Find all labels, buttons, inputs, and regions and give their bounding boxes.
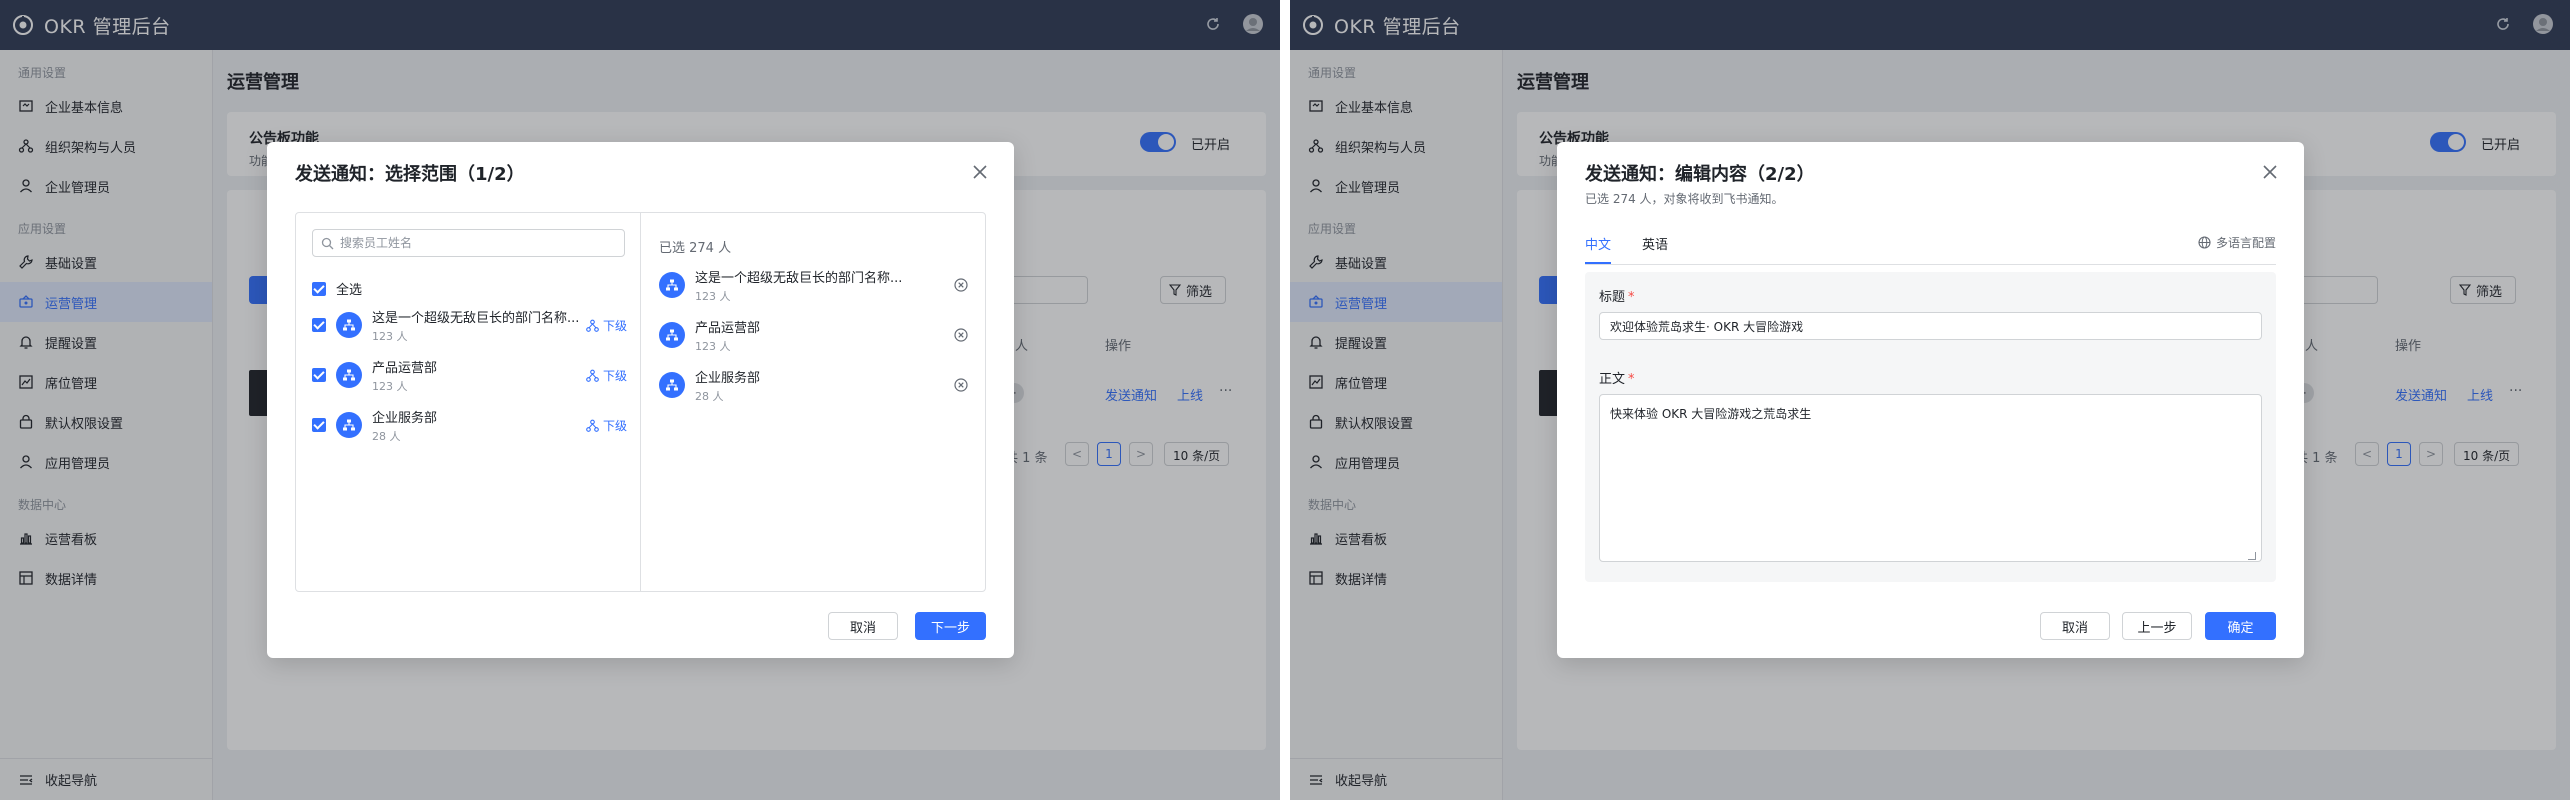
body-field-label: 正文 *: [1599, 368, 1635, 387]
confirm-button[interactable]: 确定: [2205, 612, 2276, 640]
list-item[interactable]: 产品运营部 123 人 下级: [312, 355, 627, 395]
previous-step-button[interactable]: 上一步: [2122, 612, 2192, 640]
next-step-button[interactable]: 下一步: [915, 612, 986, 640]
department-icon: [336, 312, 362, 338]
list-item: 这是一个超级无敌巨长的部门名称... 123 人: [659, 265, 969, 305]
edit-panel: 标题* 正文* 快来体验 OKR 大冒险游戏之荒岛求生: [1585, 272, 2276, 582]
department-icon: [659, 322, 685, 348]
required-mark: *: [1628, 290, 1635, 305]
sub-level-link[interactable]: 下级: [586, 367, 627, 384]
checkbox-checked[interactable]: [312, 368, 326, 382]
tab-chinese[interactable]: 中文: [1585, 234, 1612, 264]
language-tabs: 中文 英语 多语言配置: [1585, 234, 2276, 264]
remove-circle-icon[interactable]: [953, 377, 969, 393]
list-item: 产品运营部 123 人: [659, 315, 969, 355]
remove-circle-icon[interactable]: [953, 277, 969, 293]
checkbox-checked[interactable]: [312, 281, 326, 296]
department-count: 123 人: [695, 339, 731, 353]
tab-english[interactable]: 英语: [1642, 234, 1668, 264]
transfer-source: 全选 这是一个超级无敌巨长的部门名称... 123 人 下级 产品运营部 123 人…: [296, 213, 641, 591]
cancel-button[interactable]: 取消: [2040, 612, 2110, 640]
body-label-text: 正文: [1599, 372, 1626, 387]
list-item: 企业服务部 28 人: [659, 365, 969, 405]
select-all-label: 全选: [336, 283, 363, 298]
close-icon[interactable]: [970, 162, 990, 182]
close-icon[interactable]: [2260, 162, 2280, 182]
screen-step-1: OKR 管理后台 通用设置 企业基本信息 组织架构与人员 企业管理员 应用设置 …: [0, 0, 1280, 800]
transfer-panel: 全选 这是一个超级无敌巨长的部门名称... 123 人 下级 产品运营部 123 人…: [295, 212, 986, 592]
department-count: 123 人: [372, 329, 408, 343]
sub-level-label: 下级: [602, 369, 627, 383]
department-icon: [659, 272, 685, 298]
list-item[interactable]: 企业服务部 28 人 下级: [312, 405, 627, 445]
sub-level-link[interactable]: 下级: [586, 417, 627, 434]
title-field-label: 标题 *: [1599, 286, 1635, 305]
search-icon: [321, 237, 334, 249]
required-mark: *: [1628, 372, 1635, 387]
dialog-title: 发送通知：选择范围（1/2）: [295, 164, 525, 185]
department-count: 123 人: [695, 289, 731, 303]
title-label-text: 标题: [1599, 290, 1626, 305]
list-item[interactable]: 这是一个超级无敌巨长的部门名称... 123 人 下级: [312, 305, 627, 345]
sub-level-link[interactable]: 下级: [586, 317, 627, 334]
resize-handle-icon[interactable]: [2248, 552, 2256, 560]
lang-config-label: 多语言配置: [2215, 236, 2276, 250]
select-scope-dialog: 发送通知：选择范围（1/2） 全选 这是一个超级无敌巨长的部门名称... 123 …: [267, 142, 1014, 658]
tabs-divider: [1585, 264, 2276, 265]
department-name: 这是一个超级无敌巨长的部门名称...: [695, 270, 903, 286]
department-count: 123 人: [372, 379, 408, 393]
globe-icon: [2198, 236, 2211, 249]
department-count: 28 人: [372, 429, 401, 443]
department-name: 产品运营部: [695, 320, 761, 336]
cancel-button[interactable]: 取消: [828, 612, 898, 640]
org-chart-icon: [586, 319, 599, 332]
remove-circle-icon[interactable]: [953, 327, 969, 343]
department-icon: [336, 412, 362, 438]
title-input[interactable]: [1599, 312, 2262, 340]
employee-search[interactable]: [312, 229, 625, 257]
department-name: 企业服务部: [372, 410, 438, 426]
org-chart-icon: [586, 369, 599, 382]
screen-step-2: OKR 管理后台 通用设置 企业基本信息 组织架构与人员 企业管理员 应用设置 …: [1290, 0, 2570, 800]
department-name: 产品运营部: [372, 360, 438, 376]
transfer-target: 已选 274 人 这是一个超级无敌巨长的部门名称... 123 人 产品运营部 12…: [641, 213, 985, 591]
department-count: 28 人: [695, 389, 724, 403]
department-name: 企业服务部: [695, 370, 761, 386]
selected-count: 已选 274 人: [659, 241, 732, 256]
employee-search-input[interactable]: [340, 236, 610, 250]
dialog-title: 发送通知：编辑内容（2/2）: [1585, 164, 1815, 185]
department-name: 这是一个超级无敌巨长的部门名称...: [372, 310, 580, 326]
sub-level-label: 下级: [602, 319, 627, 333]
edit-content-dialog: 发送通知：编辑内容（2/2） 已选 274 人，对象将收到飞书通知。 中文 英语…: [1557, 142, 2304, 658]
checkbox-checked[interactable]: [312, 318, 326, 332]
department-icon: [659, 372, 685, 398]
select-all-checkbox[interactable]: 全选: [312, 279, 362, 298]
department-icon: [336, 362, 362, 388]
org-chart-icon: [586, 419, 599, 432]
body-textarea[interactable]: 快来体验 OKR 大冒险游戏之荒岛求生: [1599, 394, 2262, 562]
checkbox-checked[interactable]: [312, 418, 326, 432]
multi-language-config-button[interactable]: 多语言配置: [2198, 234, 2276, 251]
sub-level-label: 下级: [602, 419, 627, 433]
dialog-subtitle: 已选 274 人，对象将收到飞书通知。: [1585, 192, 1784, 206]
